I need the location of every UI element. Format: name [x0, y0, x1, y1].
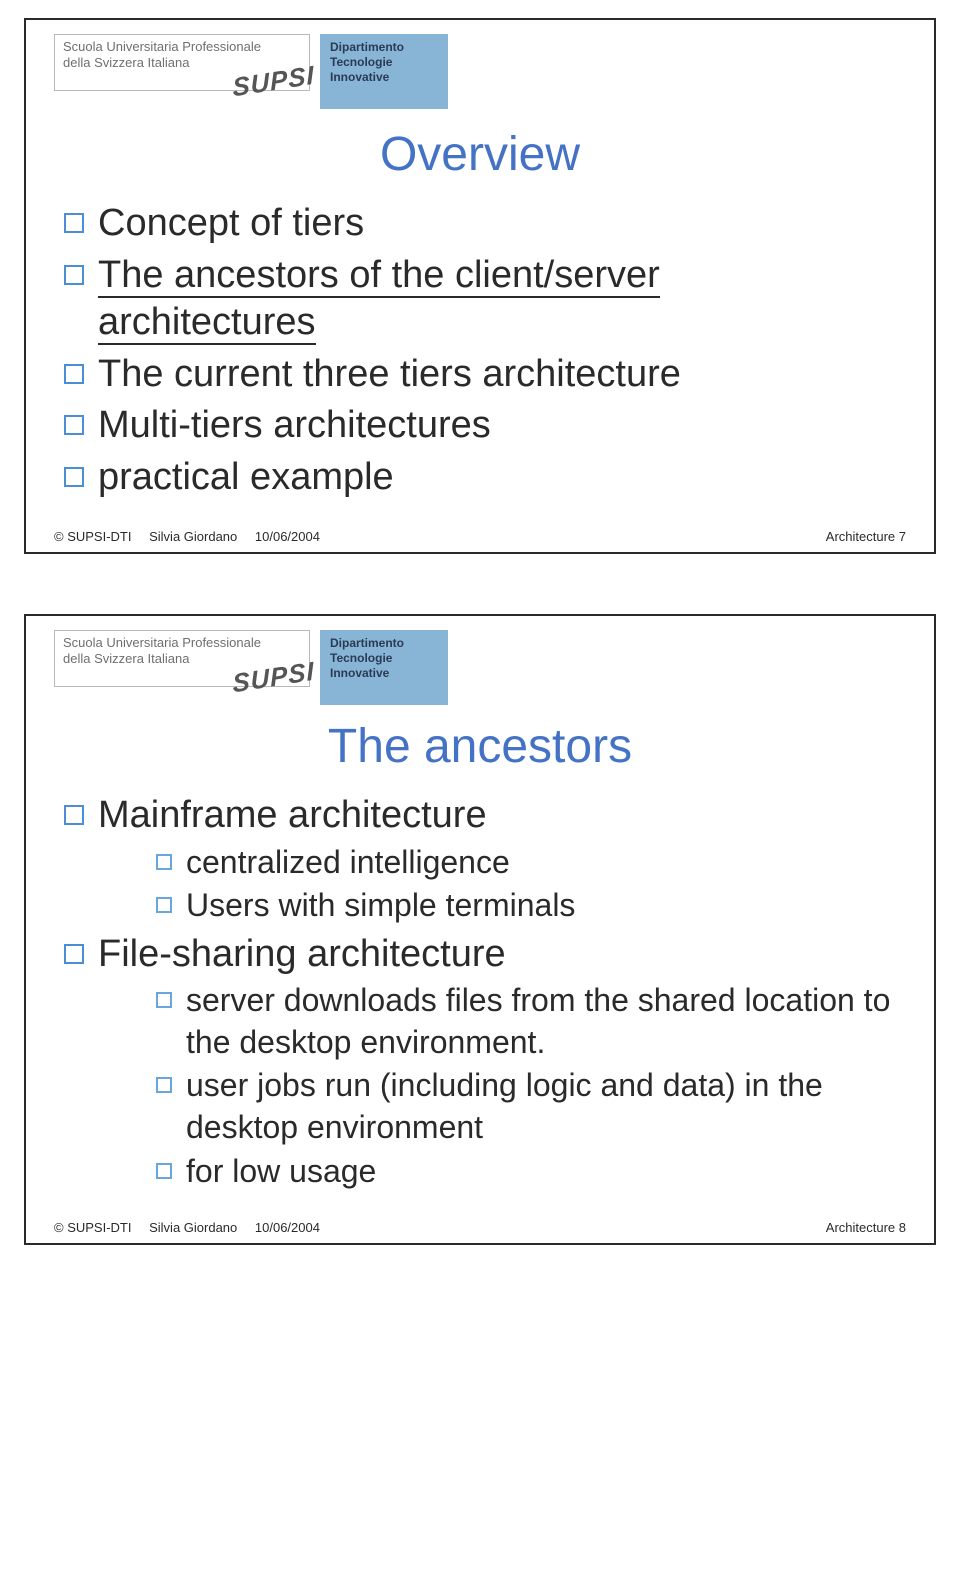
slide-footer: © SUPSI-DTI Silvia Giordano 10/06/2004 A…	[54, 1218, 906, 1235]
footer-org: © SUPSI-DTI	[54, 529, 131, 544]
sub-item: server downloads files from the shared l…	[156, 980, 906, 1063]
footer-right: Architecture 7	[826, 529, 906, 544]
bullet-item: practical example	[64, 454, 906, 502]
slide-footer: © SUPSI-DTI Silvia Giordano 10/06/2004 A…	[54, 527, 906, 544]
bullet-item: The ancestors of the client/server archi…	[64, 252, 906, 347]
slide-title: Overview	[54, 127, 906, 182]
sub-item: for low usage	[156, 1151, 906, 1193]
bullet-item: Multi-tiers architectures	[64, 402, 906, 450]
bullet-item: The current three tiers architecture	[64, 351, 906, 399]
slide-1: Scuola Universitaria Professionale della…	[24, 18, 936, 554]
sub-item: centralized intelligence	[156, 842, 906, 884]
footer-org: © SUPSI-DTI	[54, 1220, 131, 1235]
header-mid-line1: Dipartimento	[330, 636, 438, 651]
sub-list: server downloads files from the shared l…	[98, 980, 906, 1192]
slide-header: Scuola Universitaria Professionale della…	[54, 34, 906, 109]
footer-author: Silvia Giordano	[149, 1220, 237, 1235]
bullet-list: Concept of tiers The ancestors of the cl…	[54, 200, 906, 501]
slide-2: Scuola Universitaria Professionale della…	[24, 614, 936, 1245]
sub-list: centralized intelligence Users with simp…	[98, 842, 906, 927]
slide-header: Scuola Universitaria Professionale della…	[54, 630, 906, 705]
header-mid-box: Dipartimento Tecnologie Innovative	[320, 630, 448, 705]
bullet-text: practical example	[98, 456, 394, 498]
header-mid-line2: Tecnologie	[330, 55, 438, 70]
header-left-line1: Scuola Universitaria Professionale	[63, 39, 301, 55]
bullet-text: Concept of tiers	[98, 202, 364, 244]
bullet-text: The current three tiers architecture	[98, 353, 681, 395]
bullet-text: File-sharing architecture	[98, 933, 506, 975]
footer-date: 10/06/2004	[255, 529, 320, 544]
sub-item: user jobs run (including logic and data)…	[156, 1065, 906, 1148]
slide-title: The ancestors	[54, 719, 906, 774]
bullet-text: The ancestors of the client/server	[98, 254, 660, 298]
footer-author: Silvia Giordano	[149, 529, 237, 544]
header-mid-box: Dipartimento Tecnologie Innovative	[320, 34, 448, 109]
bullet-item: Mainframe architecture centralized intel…	[64, 792, 906, 927]
header-mid-line1: Dipartimento	[330, 40, 438, 55]
header-mid-line3: Innovative	[330, 666, 438, 681]
footer-right: Architecture 8	[826, 1220, 906, 1235]
sub-item: Users with simple terminals	[156, 885, 906, 927]
footer-left: © SUPSI-DTI Silvia Giordano 10/06/2004	[54, 529, 334, 544]
header-left-box: Scuola Universitaria Professionale della…	[54, 34, 310, 91]
bullet-item: File-sharing architecture server downloa…	[64, 931, 906, 1192]
bullet-text: Multi-tiers architectures	[98, 404, 491, 446]
bullet-text: Mainframe architecture	[98, 794, 487, 836]
bullet-list: Mainframe architecture centralized intel…	[54, 792, 906, 1192]
footer-date: 10/06/2004	[255, 1220, 320, 1235]
footer-left: © SUPSI-DTI Silvia Giordano 10/06/2004	[54, 1220, 334, 1235]
bullet-item: Concept of tiers	[64, 200, 906, 248]
bullet-text: architectures	[98, 301, 316, 345]
header-mid-line3: Innovative	[330, 70, 438, 85]
header-mid-line2: Tecnologie	[330, 651, 438, 666]
header-left-line1: Scuola Universitaria Professionale	[63, 635, 301, 651]
header-left-box: Scuola Universitaria Professionale della…	[54, 630, 310, 687]
